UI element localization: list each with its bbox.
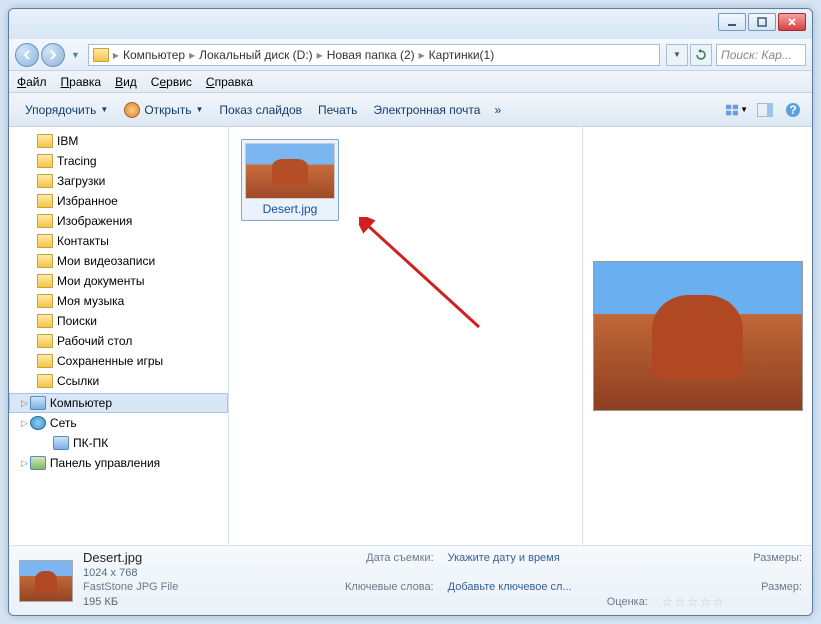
email-button[interactable]: Электронная почта bbox=[365, 100, 488, 120]
details-date-value[interactable]: Укажите дату и время bbox=[448, 552, 648, 564]
folder-icon bbox=[37, 234, 53, 248]
forward-button[interactable] bbox=[41, 43, 65, 67]
svg-text:?: ? bbox=[789, 103, 796, 117]
tree-item[interactable]: Tracing bbox=[9, 151, 228, 171]
folder-icon bbox=[37, 214, 53, 228]
open-button[interactable]: Открыть▼ bbox=[116, 99, 211, 121]
details-dims-label: Размеры: bbox=[672, 552, 802, 564]
details-dims-value: 1024 x 768 bbox=[83, 567, 255, 579]
print-button[interactable]: Печать bbox=[310, 100, 365, 120]
search-input[interactable]: Поиск: Кар... bbox=[716, 44, 806, 66]
network-icon bbox=[30, 416, 46, 430]
tree-item[interactable]: Моя музыка bbox=[9, 291, 228, 311]
folder-icon bbox=[37, 294, 53, 308]
menu-tools[interactable]: Сервис bbox=[151, 75, 192, 89]
views-button[interactable]: ▼ bbox=[726, 99, 748, 121]
computer-icon bbox=[53, 436, 69, 450]
folder-icon bbox=[37, 134, 53, 148]
folder-icon bbox=[37, 374, 53, 388]
folder-icon bbox=[37, 334, 53, 348]
file-thumbnail bbox=[245, 143, 335, 199]
nav-row: ▼ ▸ Компьютер ▸ Локальный диск (D:) ▸ Но… bbox=[9, 39, 812, 71]
details-keywords-label: Ключевые слова: bbox=[269, 581, 434, 593]
details-rating-label: Оценка: bbox=[448, 596, 648, 608]
address-bar[interactable]: ▸ Компьютер ▸ Локальный диск (D:) ▸ Нова… bbox=[88, 44, 660, 66]
folder-icon bbox=[37, 174, 53, 188]
folder-icon bbox=[37, 314, 53, 328]
tree-item-computer[interactable]: ▷Компьютер bbox=[9, 393, 228, 413]
tree-item[interactable]: Мои видеозаписи bbox=[9, 251, 228, 271]
overflow-chevron-icon[interactable]: » bbox=[494, 103, 501, 117]
details-date-label: Дата съемки: bbox=[269, 552, 434, 564]
breadcrumb-item[interactable]: Новая папка (2) bbox=[323, 48, 419, 62]
details-keywords-value[interactable]: Добавьте ключевое сл... bbox=[448, 581, 648, 593]
refresh-button[interactable] bbox=[690, 44, 712, 66]
content-area: Desert.jpg bbox=[229, 127, 812, 545]
details-filetype: FastStone JPG File bbox=[83, 581, 255, 593]
folder-icon bbox=[37, 354, 53, 368]
tree-item-pc[interactable]: ПК-ПК bbox=[9, 433, 228, 453]
tree-item[interactable]: Ссылки bbox=[9, 371, 228, 391]
tree-item-cpanel[interactable]: ▷Панель управления bbox=[9, 453, 228, 473]
nav-tree[interactable]: IBM Tracing Загрузки Избранное Изображен… bbox=[9, 127, 229, 545]
breadcrumb-item[interactable]: Компьютер bbox=[119, 48, 189, 62]
folder-icon bbox=[93, 48, 109, 62]
tree-item[interactable]: Загрузки bbox=[9, 171, 228, 191]
menu-view[interactable]: Вид bbox=[115, 75, 137, 89]
tree-item[interactable]: Мои документы bbox=[9, 271, 228, 291]
explorer-window: ▼ ▸ Компьютер ▸ Локальный диск (D:) ▸ Но… bbox=[8, 8, 813, 616]
maximize-button[interactable] bbox=[748, 13, 776, 31]
minimize-button[interactable] bbox=[718, 13, 746, 31]
tree-item[interactable]: Рабочий стол bbox=[9, 331, 228, 351]
tree-item-network[interactable]: ▷Сеть bbox=[9, 413, 228, 433]
tree-item[interactable]: Изображения bbox=[9, 211, 228, 231]
file-item-selected[interactable]: Desert.jpg bbox=[241, 139, 339, 221]
menu-help[interactable]: Справка bbox=[206, 75, 253, 89]
file-list[interactable]: Desert.jpg bbox=[229, 127, 582, 545]
details-size-value: 195 КБ bbox=[83, 596, 255, 608]
address-dropdown[interactable]: ▼ bbox=[666, 44, 688, 66]
breadcrumb-item[interactable]: Картинки(1) bbox=[425, 48, 499, 62]
tree-item[interactable]: Сохраненные игры bbox=[9, 351, 228, 371]
file-name-label: Desert.jpg bbox=[245, 199, 335, 217]
menu-file[interactable]: Файл bbox=[17, 75, 47, 89]
preview-image bbox=[593, 261, 803, 411]
tree-item[interactable]: IBM bbox=[9, 131, 228, 151]
open-icon bbox=[124, 102, 140, 118]
slideshow-button[interactable]: Показ слайдов bbox=[211, 100, 310, 120]
close-button[interactable] bbox=[778, 13, 806, 31]
titlebar bbox=[9, 9, 812, 39]
help-button[interactable]: ? bbox=[782, 99, 804, 121]
tree-item[interactable]: Избранное bbox=[9, 191, 228, 211]
annotation-arrow bbox=[359, 217, 499, 357]
details-rating-stars[interactable]: ☆☆☆☆☆ bbox=[662, 595, 802, 609]
history-dropdown-icon[interactable]: ▼ bbox=[71, 50, 80, 60]
details-size-label: Размер: bbox=[672, 581, 802, 593]
details-thumbnail bbox=[19, 560, 73, 602]
folder-icon bbox=[37, 274, 53, 288]
details-filename: Desert.jpg bbox=[83, 550, 255, 565]
organize-button[interactable]: Упорядочить▼ bbox=[17, 100, 116, 120]
breadcrumb-item[interactable]: Локальный диск (D:) bbox=[195, 48, 317, 62]
tree-item[interactable]: Поиски bbox=[9, 311, 228, 331]
cpanel-icon bbox=[30, 456, 46, 470]
folder-icon bbox=[37, 194, 53, 208]
menu-bar: Файл Правка Вид Сервис Справка bbox=[9, 71, 812, 93]
folder-icon bbox=[37, 154, 53, 168]
folder-icon bbox=[37, 254, 53, 268]
preview-pane-button[interactable] bbox=[754, 99, 776, 121]
computer-icon bbox=[30, 396, 46, 410]
menu-edit[interactable]: Правка bbox=[61, 75, 102, 89]
command-bar: Упорядочить▼ Открыть▼ Показ слайдов Печа… bbox=[9, 93, 812, 127]
details-pane: Desert.jpg Дата съемки: Укажите дату и в… bbox=[9, 545, 812, 615]
back-button[interactable] bbox=[15, 43, 39, 67]
tree-item[interactable]: Контакты bbox=[9, 231, 228, 251]
preview-pane bbox=[582, 127, 812, 545]
